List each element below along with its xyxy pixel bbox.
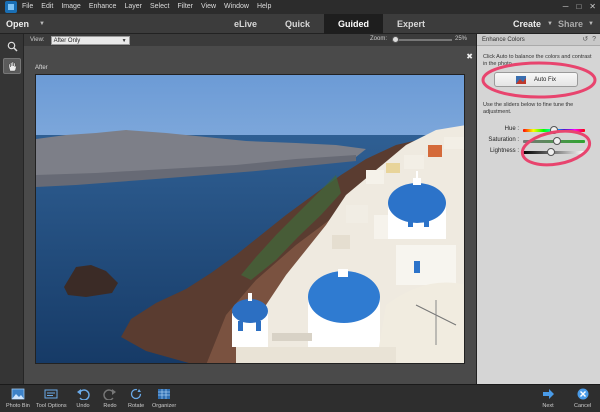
auto-fix-label: Auto Fix: [533, 76, 556, 83]
tab-expert[interactable]: Expert: [383, 14, 439, 34]
redo-icon: [103, 389, 116, 400]
hue-label: Hue :: [504, 126, 519, 132]
share-button[interactable]: Share ▼: [558, 17, 594, 31]
auto-instruction: Click Auto to balance the colors and con…: [483, 54, 592, 67]
photo-bin-button[interactable]: Photo Bin: [6, 388, 30, 409]
zoom-label: Zoom:: [370, 36, 388, 42]
tab-quick[interactable]: Quick: [271, 14, 324, 34]
rotate-icon: [130, 388, 142, 400]
photo-fix-icon: [515, 75, 526, 84]
saturation-label: Saturation :: [488, 137, 519, 143]
menu-enhance[interactable]: Enhance: [85, 0, 121, 14]
lightness-label: Lightness :: [489, 148, 519, 154]
cancel-button[interactable]: Cancel: [574, 388, 591, 409]
cancel-icon: [577, 388, 589, 400]
menu-bar: File Edit Image Enhance Layer Select Fil…: [0, 0, 600, 14]
lightness-slider-row: Lightness :: [477, 147, 600, 157]
saturation-slider-handle[interactable]: [553, 137, 562, 145]
view-label: View:: [30, 37, 45, 43]
photo-preview: [35, 74, 465, 364]
app-window: File Edit Image Enhance Layer Select Fil…: [0, 0, 600, 412]
hue-slider-handle[interactable]: [550, 126, 558, 134]
create-button[interactable]: Create ▼: [513, 17, 553, 31]
view-select[interactable]: After Only ▼: [50, 35, 130, 45]
hand-icon: [8, 61, 17, 71]
zoom-slider-handle[interactable]: [392, 36, 399, 43]
tool-options-button[interactable]: Tool Options: [36, 388, 67, 409]
tab-elive[interactable]: eLive: [220, 14, 271, 34]
hue-slider-row: Hue :: [477, 125, 600, 135]
open-label: Open: [6, 19, 30, 29]
zoom-slider[interactable]: [392, 36, 452, 43]
menu-help[interactable]: Help: [253, 0, 275, 14]
menu-layer[interactable]: Layer: [120, 0, 146, 14]
panel-header-icons: ↺ ?: [582, 36, 596, 44]
chevron-down-icon: ▼: [39, 21, 45, 27]
window-controls: ─ □ ✕: [563, 2, 596, 12]
options-bar: View: After Only ▼ Zoom: 25%: [24, 34, 476, 46]
mode-tabs: eLive Quick Guided Expert: [220, 14, 439, 34]
arrow-right-icon: [543, 389, 554, 399]
lightness-slider-handle[interactable]: [546, 148, 555, 156]
saturation-slider-row: Saturation :: [477, 136, 600, 146]
hand-tool[interactable]: [3, 58, 21, 74]
undo-icon: [77, 389, 90, 400]
chevron-down-icon: ▼: [588, 21, 594, 27]
menu-edit[interactable]: Edit: [37, 0, 57, 14]
cancel-label: Cancel: [574, 403, 592, 409]
close-window-icon[interactable]: ✕: [589, 2, 596, 12]
menu-view[interactable]: View: [197, 0, 220, 14]
menu-file[interactable]: File: [18, 0, 37, 14]
zoom-value: 25%: [455, 36, 468, 42]
zoom-tool[interactable]: [3, 38, 21, 54]
organizer-icon: [158, 389, 171, 399]
auto-fix-button[interactable]: Auto Fix: [494, 72, 578, 87]
view-select-value: After Only: [53, 37, 81, 44]
app-logo-icon: [4, 0, 18, 14]
panel-header: Enhance Colors ↺ ?: [477, 34, 600, 46]
create-label: Create: [513, 19, 542, 29]
menu-filter[interactable]: Filter: [173, 0, 197, 14]
next-label: Next: [542, 403, 554, 409]
menu-image[interactable]: Image: [57, 0, 84, 14]
tools-panel: [0, 34, 24, 384]
bottom-bar: Photo Bin Tool Options Undo Redo Rotate …: [0, 384, 600, 412]
santorini-photo: [36, 75, 464, 363]
guided-panel: Enhance Colors ↺ ? Click Auto to balance…: [476, 34, 600, 384]
tool-options-icon: [44, 389, 58, 399]
canvas-area: After ✖: [24, 46, 476, 384]
after-label: After: [35, 65, 48, 71]
reset-icon[interactable]: ↺: [582, 36, 588, 44]
undo-label: Undo: [76, 403, 90, 409]
redo-label: Redo: [103, 403, 117, 409]
mode-bar: Open ▼ eLive Quick Guided Expert Create …: [0, 14, 600, 34]
panel-title: Enhance Colors: [482, 36, 525, 43]
open-button[interactable]: Open ▼: [6, 17, 45, 31]
maximize-icon[interactable]: □: [576, 2, 581, 12]
zoom-icon: [7, 41, 18, 52]
tool-options-label: Tool Options: [36, 403, 67, 409]
close-icon[interactable]: ✖: [466, 52, 473, 61]
organizer-button[interactable]: Organizer: [152, 388, 176, 409]
lightness-slider[interactable]: [523, 148, 585, 156]
slider-instruction: Use the sliders below to fine tune the a…: [483, 102, 574, 115]
menu-window[interactable]: Window: [220, 0, 253, 14]
organizer-label: Organizer: [152, 403, 177, 409]
saturation-slider[interactable]: [523, 137, 585, 145]
photo-bin-label: Photo Bin: [6, 403, 30, 409]
redo-button[interactable]: Redo: [103, 388, 117, 409]
photo-bin-icon: [11, 388, 25, 400]
hue-slider[interactable]: [523, 126, 585, 134]
share-label: Share: [558, 19, 584, 29]
help-icon[interactable]: ?: [592, 36, 596, 44]
next-button[interactable]: Next: [541, 388, 555, 409]
chevron-down-icon: ▼: [547, 21, 553, 27]
minimize-icon[interactable]: ─: [563, 2, 569, 12]
chevron-down-icon: ▼: [121, 37, 127, 44]
rotate-label: Rotate: [128, 403, 145, 409]
rotate-button[interactable]: Rotate: [128, 388, 144, 409]
tab-guided[interactable]: Guided: [324, 14, 384, 34]
menu-select[interactable]: Select: [146, 0, 173, 14]
undo-button[interactable]: Undo: [76, 388, 90, 409]
